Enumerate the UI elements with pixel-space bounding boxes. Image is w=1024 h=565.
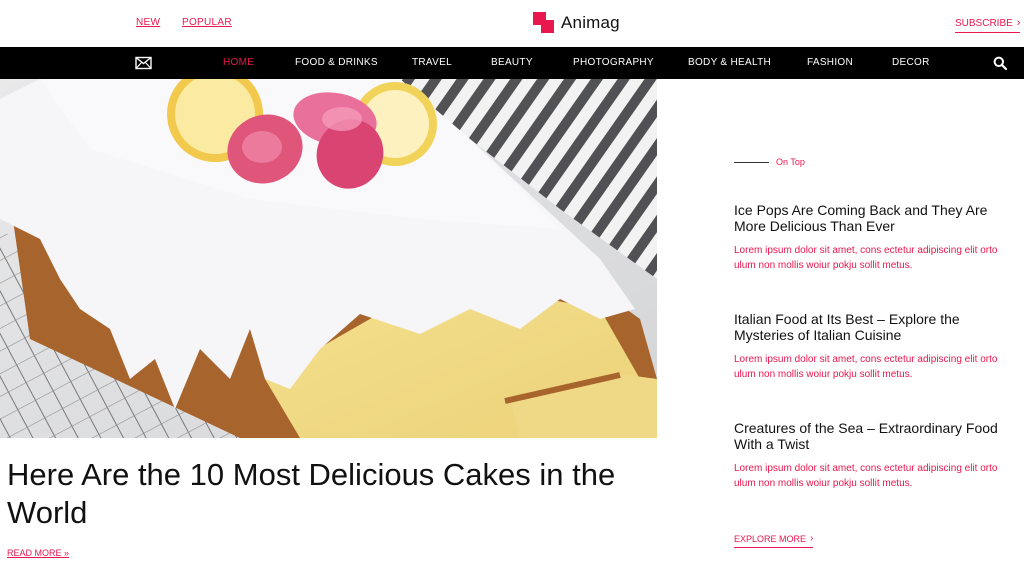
post-excerpt: Lorem ipsum dolor sit amet, cons ectetur… xyxy=(734,354,998,380)
main-navigation: HOME FOOD & DRINKS TRAVEL BEAUTY PHOTOGR… xyxy=(0,47,1024,79)
read-more-link[interactable]: READ MORE » xyxy=(7,548,69,558)
new-link[interactable]: NEW xyxy=(136,17,160,28)
sidebar-post: Ice Pops Are Coming Back and They Are Mo… xyxy=(734,202,1019,273)
cake-photo xyxy=(0,79,657,438)
nav-item-body-health[interactable]: BODY & HEALTH xyxy=(688,57,771,68)
post-title[interactable]: Creatures of the Sea – Extraordinary Foo… xyxy=(734,420,1019,452)
divider xyxy=(734,161,769,163)
sidebar-post: Italian Food at Its Best – Explore the M… xyxy=(734,311,1019,382)
sidebar-post: Creatures of the Sea – Extraordinary Foo… xyxy=(734,420,1019,491)
post-excerpt: Lorem ipsum dolor sit amet, cons ectetur… xyxy=(734,245,998,271)
nav-item-travel[interactable]: TRAVEL xyxy=(412,57,452,68)
nav-item-photography[interactable]: PHOTOGRAPHY xyxy=(573,57,654,68)
post-excerpt: Lorem ipsum dolor sit amet, cons ectetur… xyxy=(734,463,998,489)
top-bar: NEW POPULAR Animag SUBSCRIBE › xyxy=(0,0,1024,47)
nav-item-decor[interactable]: DECOR xyxy=(892,57,930,68)
section-label-text: On Top xyxy=(776,157,805,167)
chevron-right-icon: › xyxy=(810,533,814,544)
featured-image[interactable] xyxy=(0,79,657,438)
brand-name: Animag xyxy=(561,13,620,32)
nav-item-food-drinks[interactable]: FOOD & DRINKS xyxy=(295,57,378,68)
brand-logo[interactable]: Animag xyxy=(533,12,620,34)
explore-more-link[interactable]: EXPLORE MORE › xyxy=(734,533,814,548)
subscribe-link[interactable]: SUBSCRIBE › xyxy=(955,17,1021,33)
subscribe-label: SUBSCRIBE xyxy=(955,17,1013,29)
logo-mark-icon xyxy=(533,12,555,34)
section-label: On Top xyxy=(734,157,805,167)
post-title[interactable]: Italian Food at Its Best – Explore the M… xyxy=(734,311,1019,343)
nav-item-home[interactable]: HOME xyxy=(223,57,254,68)
search-icon[interactable] xyxy=(993,56,1007,70)
popular-link[interactable]: POPULAR xyxy=(182,17,232,28)
nav-item-beauty[interactable]: BEAUTY xyxy=(491,57,533,68)
explore-more-label: EXPLORE MORE xyxy=(734,533,807,544)
nav-item-fashion[interactable]: FASHION xyxy=(807,57,853,68)
featured-headline[interactable]: Here Are the 10 Most Delicious Cakes in … xyxy=(7,456,627,532)
post-title[interactable]: Ice Pops Are Coming Back and They Are Mo… xyxy=(734,202,1019,234)
mail-icon[interactable] xyxy=(135,56,152,70)
chevron-right-icon: › xyxy=(1016,17,1021,29)
